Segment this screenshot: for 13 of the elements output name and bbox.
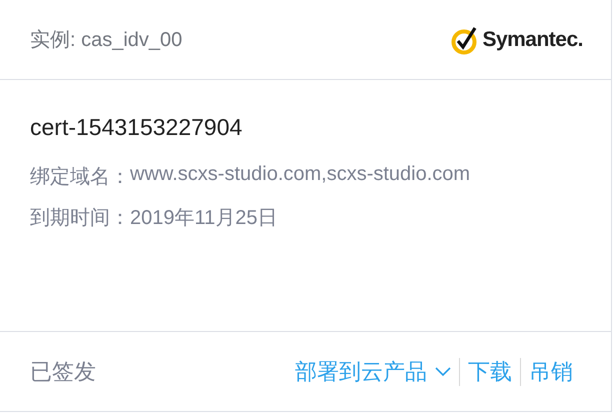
- chevron-down-icon: [435, 366, 451, 376]
- action-link[interactable]: 吊销: [520, 358, 581, 386]
- certificate-name: cert-1543153227904: [30, 114, 244, 141]
- field-label: 到期时间：: [30, 206, 130, 231]
- field-label: 绑定域名：: [30, 165, 130, 190]
- instance-label: 实例: cas_idv_00: [30, 28, 182, 53]
- deploy-dropdown[interactable]: 部署到云产品: [287, 358, 459, 386]
- checkmark-circle-icon: [451, 24, 480, 54]
- field-value: www.scxs-studio.com,scxs-studio.com: [130, 163, 470, 187]
- brand-logo-text: Symantec.: [482, 28, 583, 52]
- field-value: 2019年11月25日: [130, 206, 278, 231]
- action-link[interactable]: 下载: [459, 358, 520, 386]
- status-text: 已签发: [30, 358, 96, 386]
